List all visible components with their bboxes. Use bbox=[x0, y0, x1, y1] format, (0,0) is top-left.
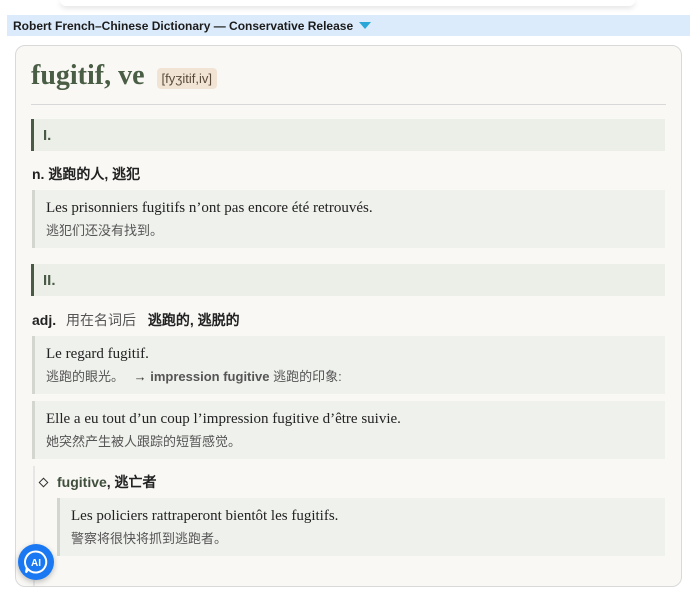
example-chinese-text: 逃跑的眼光。 bbox=[46, 369, 125, 384]
arrow-right-icon: → bbox=[133, 369, 147, 384]
diamond-bullet-icon bbox=[38, 477, 49, 487]
subentry-word[interactable]: fugitive bbox=[57, 474, 107, 490]
headword-row: fugitif, ve [fyʒitif,iv] bbox=[31, 60, 217, 92]
example-chinese: 逃跑的眼光。 → impression fugitive 逃跑的印象: bbox=[46, 367, 665, 387]
pronunciation[interactable]: [fyʒitif,iv] bbox=[156, 67, 217, 89]
example-french: Elle a eu tout d’un coup l’impression fu… bbox=[46, 411, 401, 427]
example-chinese: 逃犯们还没有找到。 bbox=[46, 223, 164, 238]
dictionary-title: Robert French–Chinese Dictionary — Conse… bbox=[13, 18, 354, 33]
example-block: Le regard fugitif. 逃跑的眼光。 → impression f… bbox=[32, 336, 665, 394]
translation: 逃跑的人, 逃犯 bbox=[48, 166, 141, 182]
entry-card: fugitif, ve [fyʒitif,iv] I. n. 逃跑的人, 逃犯 … bbox=[15, 45, 682, 587]
example-french: Les prisonniers fugitifs n’ont pas encor… bbox=[46, 200, 373, 216]
example-block: Elle a eu tout d’un coup l’impression fu… bbox=[32, 401, 665, 459]
part-of-speech: adj. bbox=[32, 312, 57, 328]
example-block: Les prisonniers fugitifs n’ont pas encor… bbox=[32, 190, 665, 248]
example-block: Les policiers rattraperont bientôt les f… bbox=[57, 498, 665, 556]
example-french: Les policiers rattraperont bientôt les f… bbox=[71, 508, 339, 524]
example-chinese: 警察将很快将抓到逃跑者。 bbox=[71, 531, 228, 546]
example-chinese: 她突然产生被人跟踪的短暂感觉。 bbox=[46, 434, 242, 449]
sense-gloss-1: n. 逃跑的人, 逃犯 bbox=[32, 164, 140, 184]
sense-header-1: I. bbox=[31, 119, 665, 151]
translation: 逃跑的, 逃脱的 bbox=[147, 312, 240, 328]
sense-number: II. bbox=[43, 271, 56, 289]
triangle-down-icon[interactable] bbox=[359, 22, 372, 29]
top-panel-edge bbox=[60, 0, 635, 6]
usage-note: 用在名词后 bbox=[66, 312, 137, 328]
divider bbox=[31, 104, 666, 105]
ai-button-label: AI bbox=[31, 558, 41, 569]
sense-header-2: II. bbox=[31, 264, 665, 296]
sense-number: I. bbox=[43, 126, 52, 144]
example-french: Le regard fugitif. bbox=[46, 346, 149, 362]
ai-chat-icon: AI bbox=[24, 550, 48, 574]
subentry-translation: , 逃亡者 bbox=[106, 474, 157, 490]
sense-gloss-2: adj. 用在名词后 逃跑的, 逃脱的 bbox=[32, 310, 240, 330]
collocation[interactable]: impression fugitive bbox=[150, 369, 269, 384]
dictionary-title-bar[interactable]: Robert French–Chinese Dictionary — Conse… bbox=[7, 15, 690, 36]
ai-assistant-button[interactable]: AI bbox=[18, 544, 54, 580]
headword: fugitif, ve bbox=[31, 60, 145, 91]
collocation-chinese: 逃跑的印象: bbox=[273, 369, 342, 384]
part-of-speech: n. bbox=[32, 166, 45, 182]
subentry-header: fugitive , 逃亡者 bbox=[38, 472, 157, 492]
